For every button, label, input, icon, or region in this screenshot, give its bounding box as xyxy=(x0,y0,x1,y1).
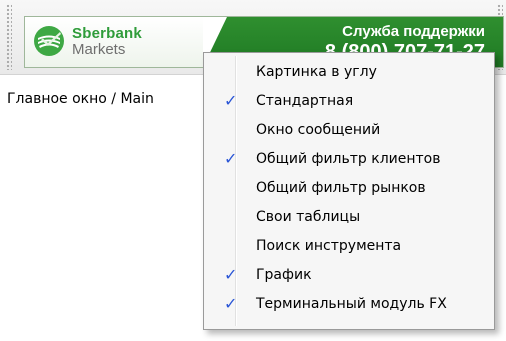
checkmark-icon: ✓ xyxy=(224,265,238,284)
logo-subtitle: Markets xyxy=(72,41,126,58)
menu-item-label: Стандартная xyxy=(256,93,354,109)
menu-item-messages-window[interactable]: Окно сообщений xyxy=(206,116,492,145)
context-menu: Картинка в углу ✓ Стандартная Окно сообщ… xyxy=(203,52,495,330)
menu-item-label: Общий фильтр клиентов xyxy=(256,151,441,167)
menu-item-fx-terminal-module[interactable]: ✓ Терминальный модуль FX xyxy=(206,290,492,319)
menu-item-instrument-search[interactable]: Поиск инструмента xyxy=(206,232,492,261)
support-label: Служба поддержки xyxy=(342,23,485,40)
menu-item-client-filter[interactable]: ✓ Общий фильтр клиентов xyxy=(206,145,492,174)
terminal-window: Sberbank Markets Служба поддержки 8 (800… xyxy=(0,0,506,341)
menu-item-label: Картинка в углу xyxy=(256,64,377,80)
menu-item-corner-picture[interactable]: Картинка в углу xyxy=(206,58,492,87)
toolbar-grip-handle[interactable] xyxy=(6,4,12,70)
menu-item-market-filter[interactable]: Общий фильтр рынков xyxy=(206,174,492,203)
menu-item-label: Свои таблицы xyxy=(256,209,361,225)
menu-item-custom-tables[interactable]: Свои таблицы xyxy=(206,203,492,232)
menu-item-label: Поиск инструмента xyxy=(256,238,402,254)
checkmark-icon: ✓ xyxy=(224,149,238,168)
menu-item-standard[interactable]: ✓ Стандартная xyxy=(206,87,492,116)
menu-item-label: Терминальный модуль FX xyxy=(256,296,447,312)
menu-item-chart[interactable]: ✓ График xyxy=(206,261,492,290)
sberbank-logo: Sberbank Markets xyxy=(25,17,203,67)
menu-item-label: График xyxy=(256,267,312,283)
logo-title: Sberbank xyxy=(72,25,142,42)
checkmark-icon: ✓ xyxy=(224,91,238,110)
menu-item-label: Общий фильтр рынков xyxy=(256,180,426,196)
sberbank-logo-icon xyxy=(34,26,64,56)
checkmark-icon: ✓ xyxy=(224,294,238,313)
menu-item-label: Окно сообщений xyxy=(256,122,381,138)
main-window-title: Главное окно / Main xyxy=(7,91,154,107)
